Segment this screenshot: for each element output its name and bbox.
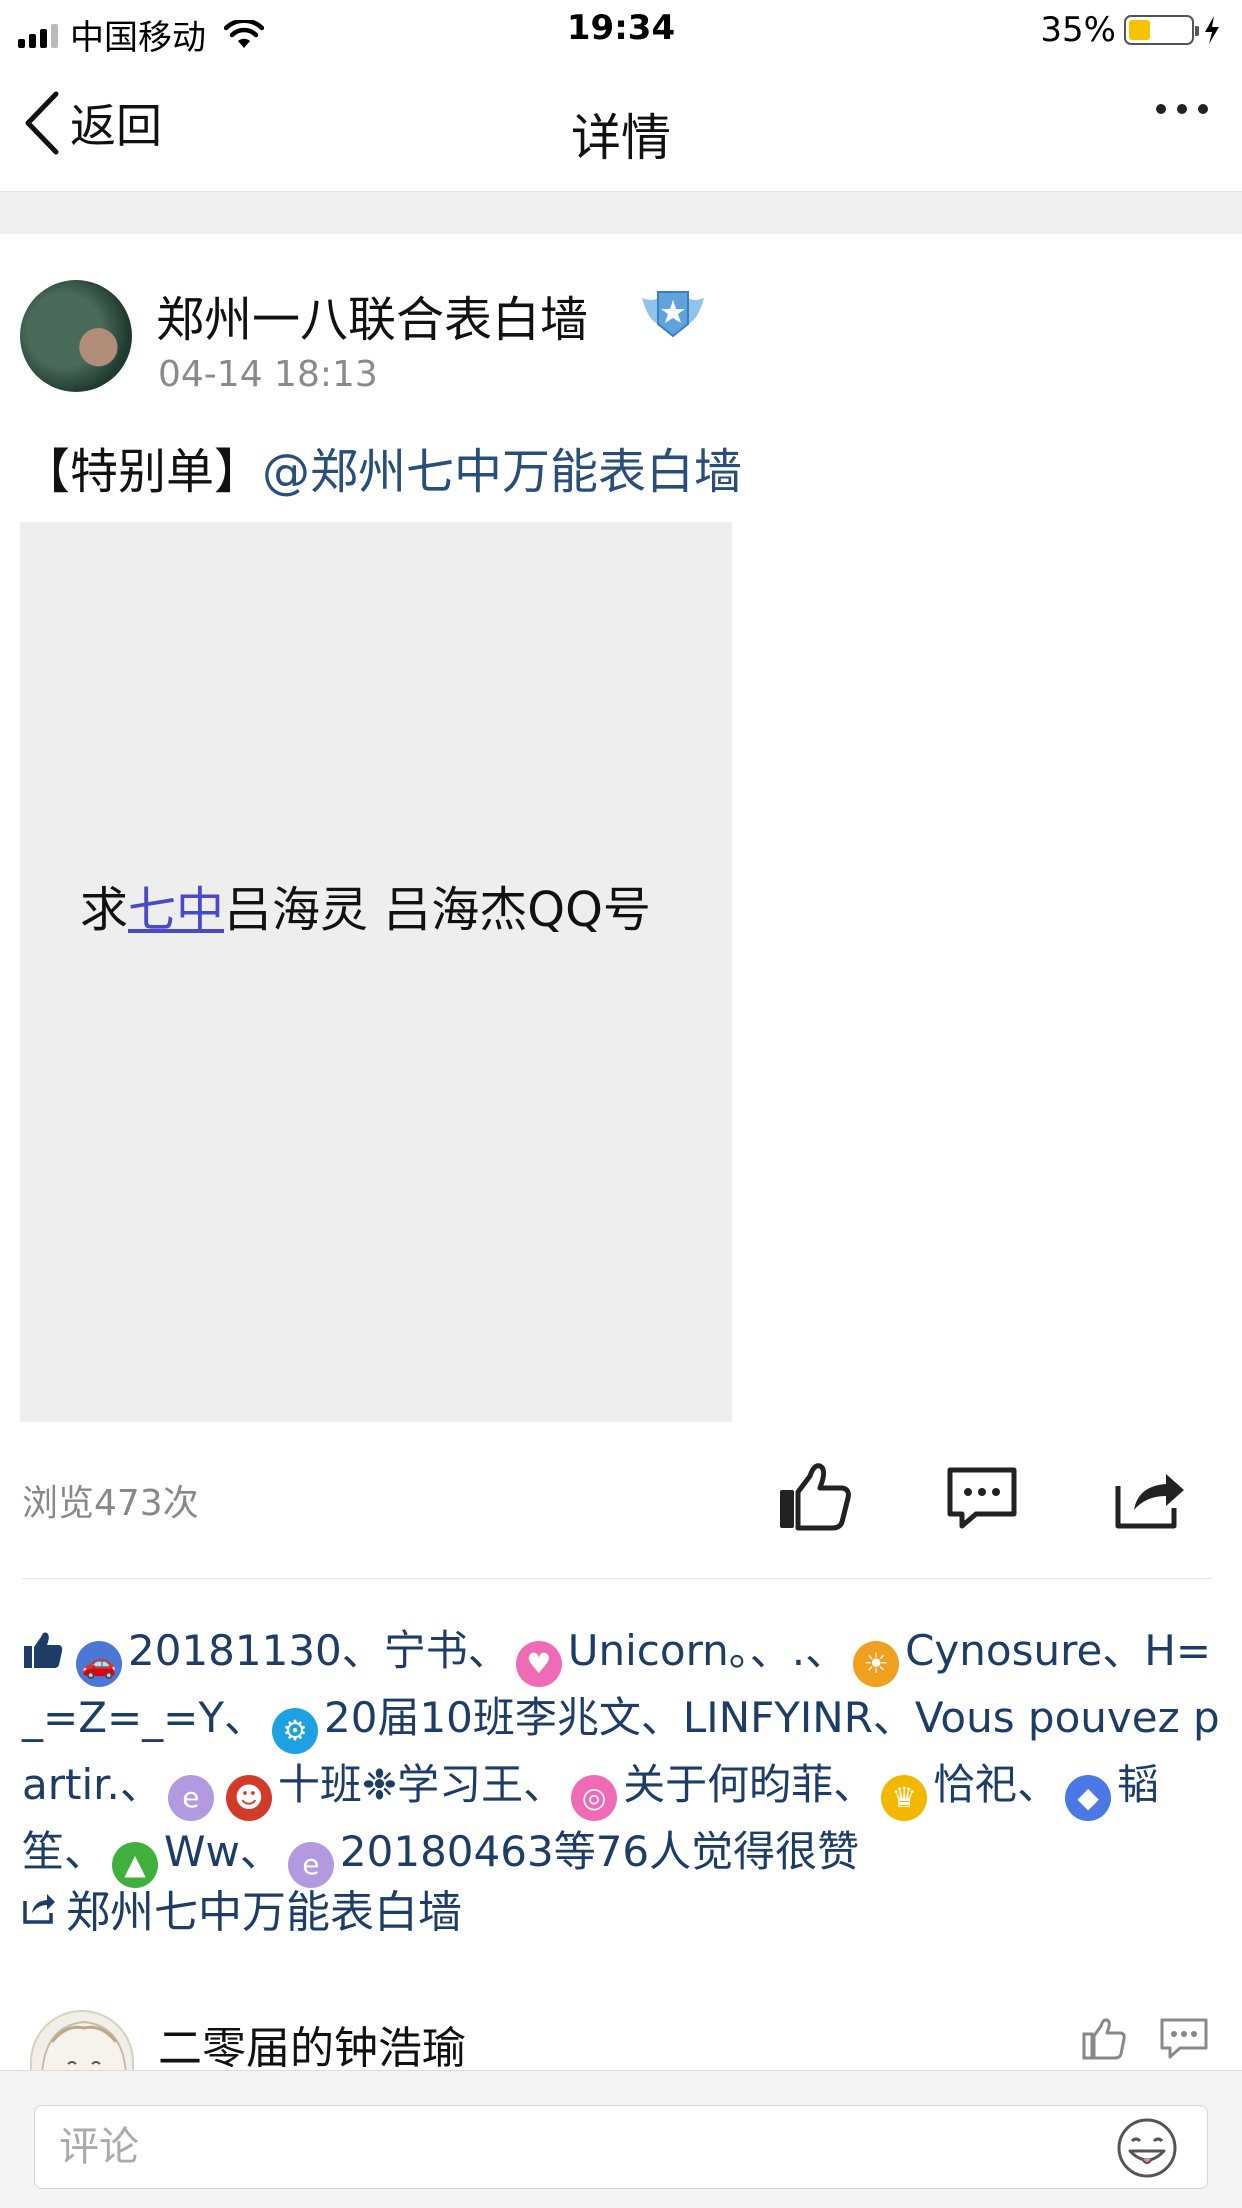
comment-button[interactable] (942, 1456, 1022, 1536)
likers-summary: 等76人觉得很赞 (553, 1827, 860, 1876)
verified-badge-icon (642, 291, 704, 338)
repost-icon (23, 1894, 55, 1924)
car-icon: 🚗 (76, 1641, 122, 1687)
repost-source[interactable]: 郑州七中万能表白墙 (22, 1876, 462, 1940)
repost-label: 郑州七中万能表白墙 (66, 1887, 462, 1938)
comment-reply-button[interactable] (1158, 2014, 1210, 2062)
comment-like-button[interactable] (1080, 2014, 1128, 2062)
lollipop-icon: ◎ (571, 1775, 618, 1821)
page-title: 详情 (571, 109, 671, 167)
liker-name[interactable]: 恰祀、 (933, 1760, 1059, 1809)
author-name[interactable]: 郑州一八联合表白墙 (156, 280, 588, 350)
gear-icon: ⚙ (272, 1708, 319, 1754)
sun-icon: ☀ (853, 1641, 900, 1687)
commenter-avatar[interactable] (30, 2010, 134, 2074)
charging-icon (1205, 16, 1219, 44)
mask-icon: ☻ (225, 1775, 272, 1821)
liker-name[interactable]: Unicorn。、.、 (568, 1626, 847, 1675)
post-image[interactable]: 求七中吕海灵 吕海杰QQ号 (20, 522, 732, 1422)
section-separator (0, 192, 1242, 234)
author-avatar[interactable] (20, 280, 132, 392)
battery-icon (1124, 15, 1199, 45)
more-dot-icon (1177, 104, 1187, 114)
share-button[interactable] (1108, 1456, 1188, 1536)
avatar-illustration (41, 2020, 127, 2074)
emoji-icon[interactable] (1116, 2117, 1178, 2179)
battery-percent: 35% (1040, 10, 1116, 50)
crown-icon: ♛ (881, 1775, 928, 1821)
post-text: 【特别单】@郑州七中万能表白墙 (22, 432, 742, 502)
like-button[interactable] (774, 1456, 854, 1536)
view-count: 浏览473次 (22, 1483, 199, 1524)
liker-name[interactable]: 20181130、宁书、 (128, 1626, 510, 1675)
status-right: 35% (1040, 10, 1222, 50)
thumb-up-icon (24, 1632, 63, 1668)
battery-fill (1129, 20, 1150, 40)
image-text-after: 吕海灵 吕海杰QQ号 (224, 882, 651, 938)
image-text: 求七中吕海灵 吕海杰QQ号 (80, 870, 651, 940)
likers-list: 🚗 20181130、宁书、 ♥ Unicorn。、.、 ☀ Cynosure、H=_=Z… (22, 1620, 1222, 1888)
liker-name[interactable]: 关于何昀菲、 (623, 1760, 875, 1809)
image-text-before: 求 (80, 882, 129, 938)
commenter-name[interactable]: 二零届的钟浩瑜 (158, 2012, 466, 2076)
liker-name[interactable]: Ww、 (164, 1827, 282, 1876)
nav-bar: 返回 详情 (0, 62, 1242, 192)
divider (22, 1578, 1212, 1579)
post-tag: 【特别单】 (22, 444, 263, 500)
fish-icon: ◆ (1065, 1775, 1112, 1821)
image-text-link: 七中 (128, 882, 225, 938)
more-button[interactable] (1156, 104, 1208, 114)
e-icon: e (167, 1775, 214, 1821)
more-dot-icon (1198, 104, 1208, 114)
comment-input[interactable] (34, 2105, 1208, 2189)
heart-icon: ♥ (515, 1641, 562, 1687)
liker-name[interactable]: 20180463 (340, 1827, 554, 1876)
status-bar: 中国移动 19:34 35% (0, 0, 1242, 62)
more-dot-icon (1156, 104, 1166, 114)
post-time: 04-14 18:13 (158, 354, 378, 395)
mention-link[interactable]: @郑州七中万能表白墙 (262, 444, 742, 500)
liker-name[interactable]: 十班❉学习王、 (278, 1760, 565, 1809)
comment-bar (0, 2070, 1242, 2208)
